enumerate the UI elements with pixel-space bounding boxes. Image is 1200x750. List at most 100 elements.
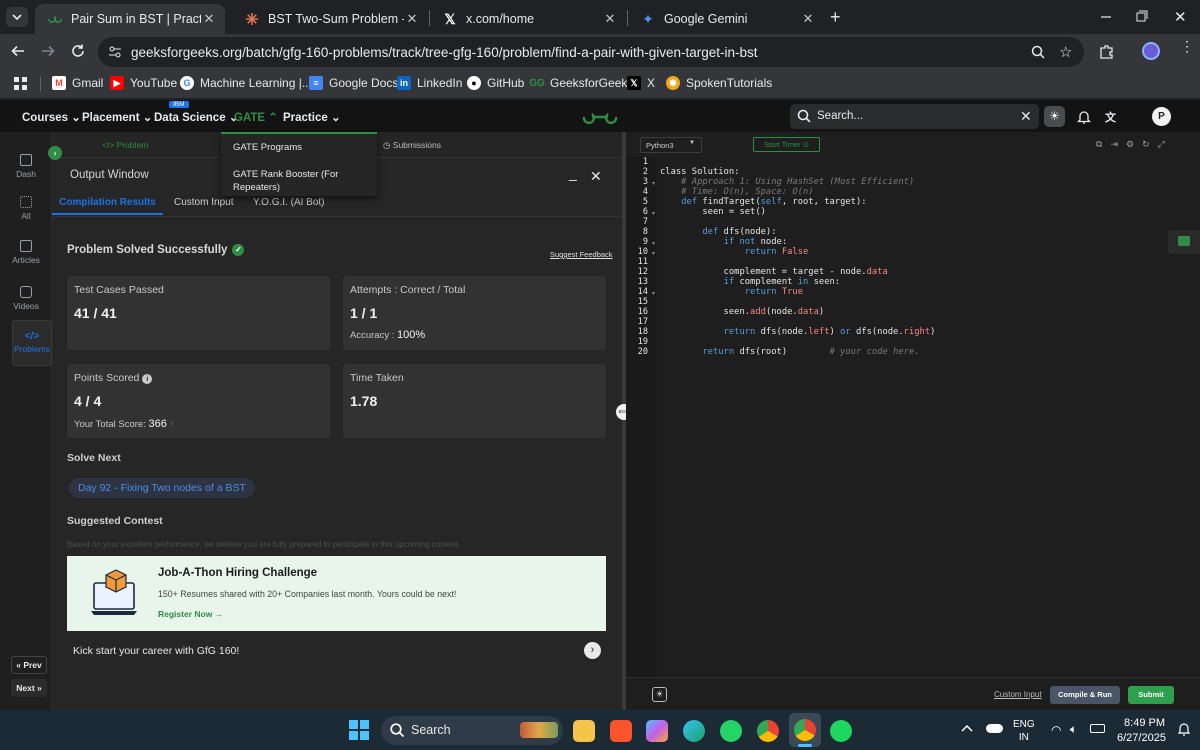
export-icon[interactable]: ⇥	[1110, 139, 1118, 150]
rail-dash[interactable]: Dash	[0, 154, 52, 179]
bookmark-x[interactable]: 𝕏X	[627, 76, 655, 90]
minimize-button[interactable]	[1100, 8, 1112, 24]
bookmark-google-docs[interactable]: ≡ Google Docs	[309, 76, 398, 90]
spotify-icon[interactable]	[830, 720, 852, 742]
clear-search-icon[interactable]: ✕	[1020, 108, 1032, 125]
wifi-icon[interactable]: ◠	[1051, 723, 1061, 737]
suggest-feedback-link[interactable]: Suggest Feedback	[550, 250, 613, 259]
solve-next-chip[interactable]: Day 92 - Fixing Two nodes of a BST	[69, 478, 255, 498]
rail-problems[interactable]: </> Problems	[12, 320, 52, 366]
close-tab-icon[interactable]: ✕	[404, 11, 420, 27]
copy-icon[interactable]: ⧉	[1096, 139, 1102, 150]
notification-bell-icon[interactable]	[1178, 722, 1190, 736]
address-bar[interactable]: geeksforgeeks.org/batch/gfg-160-problems…	[98, 37, 1084, 67]
rail-articles[interactable]: Articles	[0, 240, 52, 265]
back-button[interactable]	[10, 43, 26, 59]
rail-all[interactable]: All	[0, 196, 52, 221]
next-button[interactable]: Next »	[11, 679, 47, 697]
bell-icon[interactable]	[1077, 109, 1091, 124]
tray-chevron-icon[interactable]	[961, 724, 973, 732]
close-output-button[interactable]: ✕	[590, 168, 602, 185]
whatsapp-icon[interactable]	[720, 720, 742, 742]
bookmark-github[interactable]: ● GitHub	[467, 76, 524, 90]
close-tab-icon[interactable]: ✕	[201, 11, 217, 27]
kickstart-bar[interactable]: Kick start your career with GfG 160! ›	[67, 637, 606, 667]
theme-toggle-icon[interactable]: ☀	[1044, 106, 1065, 127]
file-explorer-icon[interactable]	[573, 720, 595, 742]
windows-start-icon[interactable]	[349, 720, 369, 740]
battery-icon[interactable]	[1090, 724, 1105, 733]
nav-practice[interactable]: Practice ⌄	[283, 110, 341, 124]
start-timer-button[interactable]: Start Timer ⊙	[753, 137, 820, 152]
nav-placement[interactable]: Placement ⌄	[82, 110, 152, 124]
fullscreen-icon[interactable]: ⤢	[1158, 139, 1165, 150]
onedrive-icon[interactable]	[986, 724, 1003, 733]
bookmark-star-icon[interactable]: ☆	[1059, 43, 1072, 61]
search-input[interactable]: Search...	[817, 110, 863, 122]
settings-icon[interactable]: ⚙	[1126, 139, 1134, 150]
close-tab-icon[interactable]: ✕	[602, 11, 618, 27]
nav-courses[interactable]: Courses ⌄	[22, 110, 81, 124]
volume-icon[interactable]: 🔈︎	[1070, 722, 1077, 737]
copilot-icon[interactable]	[646, 720, 668, 742]
submit-button[interactable]: Submit	[1128, 686, 1174, 704]
info-icon[interactable]: i	[142, 374, 153, 384]
site-search-box[interactable]: Search... ✕	[790, 104, 1039, 129]
bookmark-youtube[interactable]: ▶ YouTube	[110, 76, 177, 90]
tab-x[interactable]: 𝕏 x.com/home ✕	[430, 4, 626, 34]
gfg-logo[interactable]	[581, 109, 619, 125]
custom-input-link[interactable]: Custom Input	[994, 690, 1042, 699]
language-indicator[interactable]: ENG IN	[1013, 718, 1035, 744]
minimize-output-button[interactable]: _	[569, 165, 577, 181]
tab-search-button[interactable]	[6, 7, 28, 27]
chrome-icon[interactable]	[757, 720, 779, 742]
apps-grid-icon[interactable]	[14, 77, 28, 91]
nav-data-science[interactable]: Data Science ⌄	[154, 110, 238, 124]
profile-avatar[interactable]	[1142, 42, 1160, 60]
bookmark-linkedin[interactable]: in LinkedIn	[397, 76, 462, 90]
prev-button[interactable]: « Prev	[11, 656, 47, 674]
zoom-icon[interactable]	[1031, 45, 1045, 59]
close-tab-icon[interactable]: ✕	[800, 11, 816, 27]
close-window-button[interactable]: ✕	[1174, 8, 1187, 26]
menu-item-gate-rank-booster[interactable]: GATE Rank Booster (For Repeaters)	[233, 168, 343, 194]
nav-gate[interactable]: GATE ⌃	[234, 110, 278, 124]
tab-gfg[interactable]: Pair Sum in BST | Practice | Gee ✕	[35, 4, 225, 34]
register-now-link[interactable]: Register Now →	[158, 609, 223, 619]
refresh-icon[interactable]: ↻	[1142, 139, 1150, 150]
active-app-highlight[interactable]	[789, 713, 821, 747]
contest-banner[interactable]: Job-A-Thon Hiring Challenge 150+ Resumes…	[67, 556, 606, 631]
bookmark-gmail[interactable]: M Gmail	[52, 76, 103, 90]
clock[interactable]: 8:49 PM 6/27/2025	[1117, 716, 1166, 746]
tab-submissions[interactable]: ◷ Submissions	[383, 140, 441, 151]
menu-item-gate-programs[interactable]: GATE Programs	[233, 142, 302, 153]
compile-run-button[interactable]: Compile & Run	[1050, 686, 1120, 704]
output-tab-yogi[interactable]: Y.O.G.I. (AI Bot)	[253, 197, 325, 208]
taskbar-search-box[interactable]: Search	[381, 716, 563, 745]
bookmark-spokentutorials[interactable]: ✺ SpokenTutorials	[666, 76, 772, 90]
avatar[interactable]: P	[1152, 107, 1171, 126]
bookmark-geeksforgeeks[interactable]: GG GeeksforGeeks	[529, 76, 633, 90]
bookmark-machine-learning[interactable]: G Machine Learning |...	[180, 76, 312, 90]
forward-button[interactable]	[40, 43, 56, 59]
site-info-icon[interactable]	[108, 45, 122, 59]
extensions-icon[interactable]	[1099, 44, 1114, 59]
reload-button[interactable]	[70, 43, 86, 59]
language-select[interactable]: Python3 ▼	[640, 137, 702, 153]
brave-icon[interactable]	[610, 720, 632, 742]
chevron-right-icon[interactable]: ›	[584, 642, 601, 659]
restore-button[interactable]	[1136, 10, 1148, 22]
output-tab-custom-input[interactable]: Custom Input	[174, 197, 233, 208]
chat-fab-icon[interactable]	[1168, 230, 1200, 254]
edge-icon[interactable]	[683, 720, 705, 742]
browser-menu-icon[interactable]: ⋮	[1180, 39, 1194, 53]
translate-icon[interactable]: 文	[1105, 109, 1116, 125]
expand-panel-button[interactable]: ›	[48, 146, 62, 160]
tab-gemini[interactable]: ✦ Google Gemini ✕	[628, 4, 824, 34]
rail-videos[interactable]: Videos	[0, 286, 52, 311]
output-tab-compilation-results[interactable]: Compilation Results	[52, 190, 163, 215]
new-tab-button[interactable]: +	[830, 7, 841, 28]
lightbulb-icon[interactable]: ☀	[652, 687, 667, 702]
tab-problem[interactable]: </> Problem	[102, 140, 148, 150]
tab-claude[interactable]: BST Two-Sum Problem - Claude ✕	[232, 4, 428, 34]
